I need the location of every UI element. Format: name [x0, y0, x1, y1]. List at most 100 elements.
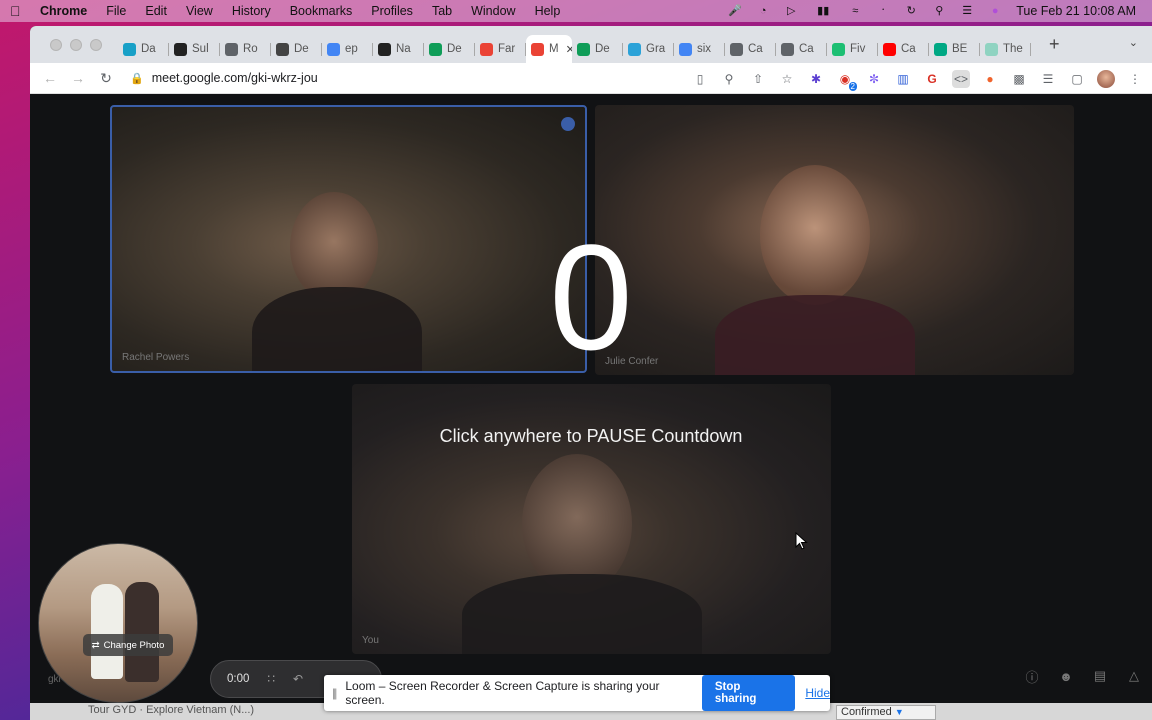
minimize-window-button[interactable] — [70, 38, 82, 51]
battery-icon[interactable]: ▮▮ — [812, 5, 834, 17]
activities-icon[interactable]: △ — [1126, 668, 1142, 684]
browser-tab[interactable]: De — [271, 35, 322, 63]
profile-avatar[interactable] — [1097, 69, 1115, 88]
swap-icon: ⇄ — [91, 639, 100, 651]
tab-favicon-icon — [832, 42, 845, 56]
browser-tab[interactable]: BE — [929, 35, 980, 63]
browser-tab[interactable]: Far — [475, 35, 526, 63]
countdown-number[interactable]: 0 — [30, 222, 1152, 372]
chevron-down-icon: ▼ — [894, 707, 904, 717]
extension-badge-count: 2 — [848, 81, 857, 91]
browser-tab[interactable]: Ca — [776, 35, 827, 63]
bluetooth-icon[interactable]: ᛫ — [876, 5, 890, 17]
browser-toolbar: ← → ↻ 🔒 meet.google.com/gki-wkrz-jou ▯ ⚲… — [30, 63, 1152, 94]
menu-app-name[interactable]: Chrome — [40, 4, 87, 18]
people-icon[interactable]: ☻ — [1058, 668, 1074, 684]
window-controls — [30, 38, 118, 51]
browser-tab[interactable]: Gra — [623, 35, 674, 63]
menu-window[interactable]: Window — [471, 4, 515, 18]
chart-extension-icon[interactable]: ▥ — [894, 70, 912, 88]
loom-extension-icon[interactable]: ✼ — [865, 70, 883, 88]
bookmark-star-icon[interactable]: ☆ — [778, 70, 796, 88]
stop-sharing-button[interactable]: Stop sharing — [701, 675, 796, 711]
zoom-icon[interactable]: ⚲ — [720, 70, 738, 88]
browser-tab[interactable]: Ca — [725, 35, 776, 63]
back-button[interactable]: ← — [36, 70, 64, 86]
tab-title: De — [447, 43, 462, 55]
control-center-icon[interactable]: ☰ — [960, 5, 974, 17]
tab-favicon-icon — [628, 42, 641, 56]
tab-title: M — [549, 43, 559, 55]
grammar-extension-icon[interactable]: G — [923, 70, 941, 88]
extension-icon[interactable]: ✱ — [807, 70, 825, 88]
apple-menu-icon[interactable]:  — [10, 3, 40, 19]
more-menu-icon[interactable]: ⋮ — [1126, 70, 1144, 88]
pause-countdown-text[interactable]: Click anywhere to PAUSE Countdown — [30, 426, 1152, 447]
menu-profiles[interactable]: Profiles — [371, 4, 413, 18]
browser-tab[interactable]: De — [424, 35, 475, 63]
loom-grid-icon[interactable]: ∷ — [267, 672, 275, 686]
camera-icon[interactable]: ▯ — [691, 70, 709, 88]
drag-handle-icon[interactable]: ||| — [332, 686, 338, 700]
time-machine-icon[interactable]: ↻ — [904, 5, 918, 17]
zoom-window-button[interactable] — [90, 38, 102, 51]
browser-tab[interactable]: De — [572, 35, 623, 63]
browser-tab[interactable]: M ✕ — [526, 35, 572, 63]
screen-sharing-bar: ||| Loom – Screen Recorder & Screen Capt… — [324, 675, 830, 711]
chrome-window: Da Sul Ro De ep Na De Far M ✕ De Gra six Ca Ca Fiv Ca BE T… — [30, 26, 1152, 720]
chat-icon[interactable]: ▤ — [1092, 668, 1108, 684]
extension-badge-icon[interactable]: ◉ 2 — [836, 70, 857, 91]
meet-stage[interactable]: Rachel Powers Julie Confer You 0 Click a… — [30, 94, 1152, 720]
siri-icon[interactable]: ● — [988, 5, 1002, 17]
tab-favicon-icon — [577, 42, 590, 56]
reading-list-icon[interactable]: ☰ — [1039, 70, 1057, 88]
browser-tab[interactable]: six — [674, 35, 725, 63]
menu-view[interactable]: View — [186, 4, 213, 18]
bubble-person-2 — [125, 582, 159, 682]
address-bar[interactable]: 🔒 meet.google.com/gki-wkrz-jou — [130, 71, 318, 85]
info-icon[interactable]: ⓘ — [1024, 668, 1040, 685]
browser-tab[interactable]: The — [980, 35, 1031, 63]
loom-undo-icon[interactable]: ↶ — [293, 672, 303, 686]
tab-favicon-icon — [276, 42, 289, 56]
menubar-clock[interactable]: Tue Feb 21 10:08 AM — [1016, 4, 1136, 18]
hide-button[interactable]: Hide — [805, 686, 830, 700]
participant-tile-self[interactable]: You — [352, 384, 831, 654]
microphone-icon[interactable]: 🎤 — [728, 5, 742, 17]
menu-bookmarks[interactable]: Bookmarks — [290, 4, 353, 18]
new-tab-button[interactable]: + — [1049, 34, 1060, 55]
loading-icon[interactable]: ◔ — [756, 5, 770, 17]
share-icon[interactable]: ⇧ — [749, 70, 767, 88]
lock-icon[interactable]: 🔒 — [130, 72, 144, 85]
browser-tab[interactable]: Ca — [878, 35, 929, 63]
menu-edit[interactable]: Edit — [145, 4, 167, 18]
play-icon[interactable]: ▷ — [784, 5, 798, 17]
browser-tab[interactable]: Ro — [220, 35, 271, 63]
tab-favicon-icon — [883, 42, 896, 56]
reload-button[interactable]: ↻ — [92, 70, 120, 87]
puzzle-extensions-icon[interactable]: ▩ — [1010, 70, 1028, 88]
spotlight-search-icon[interactable]: ⚲ — [932, 5, 946, 17]
browser-tab[interactable]: ep — [322, 35, 373, 63]
confirmed-status-select[interactable]: Confirmed ▼ — [836, 705, 936, 720]
wifi-icon[interactable]: ≈ — [848, 5, 862, 17]
recorder-extension-icon[interactable]: ● — [981, 70, 999, 88]
code-extension-icon[interactable]: <> — [952, 69, 970, 88]
menu-help[interactable]: Help — [535, 4, 561, 18]
url-text[interactable]: meet.google.com/gki-wkrz-jou — [152, 71, 318, 85]
menu-history[interactable]: History — [232, 4, 271, 18]
browser-tab[interactable]: Na — [373, 35, 424, 63]
tab-favicon-icon — [225, 42, 238, 56]
change-photo-button[interactable]: ⇄ Change Photo — [83, 634, 173, 656]
menu-file[interactable]: File — [106, 4, 126, 18]
tab-search-chevron-icon[interactable]: ⌄ — [1129, 36, 1138, 49]
forward-button[interactable]: → — [64, 70, 92, 86]
meet-side-controls: ⓘ ☻ ▤ △ — [1024, 668, 1142, 685]
loom-camera-bubble[interactable]: ⇄ Change Photo — [38, 543, 198, 703]
browser-tab[interactable]: Da — [118, 35, 169, 63]
close-window-button[interactable] — [50, 38, 62, 51]
browser-tab[interactable]: Sul — [169, 35, 220, 63]
side-panel-icon[interactable]: ▢ — [1068, 70, 1086, 88]
menu-tab[interactable]: Tab — [432, 4, 452, 18]
browser-tab[interactable]: Fiv — [827, 35, 878, 63]
